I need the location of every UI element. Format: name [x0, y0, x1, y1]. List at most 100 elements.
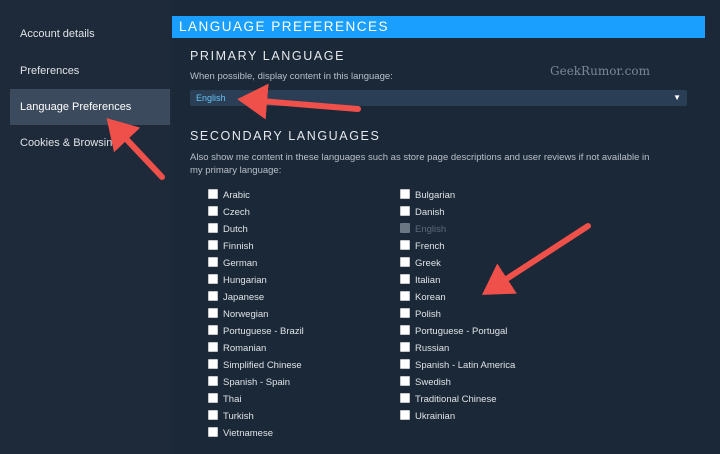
language-label: Simplified Chinese — [223, 360, 302, 371]
language-option-romanian[interactable]: Romanian — [208, 342, 266, 356]
language-option-vietnamese[interactable]: Vietnamese — [208, 427, 273, 441]
checkbox[interactable] — [208, 189, 218, 199]
language-option-portuguese-brazil[interactable]: Portuguese - Brazil — [208, 325, 304, 339]
language-option-ukrainian[interactable]: Ukrainian — [400, 410, 455, 424]
language-option-hungarian[interactable]: Hungarian — [208, 274, 267, 288]
language-label: German — [223, 258, 258, 269]
checkbox[interactable] — [208, 325, 218, 335]
language-label: Turkish — [223, 411, 254, 422]
language-option-turkish[interactable]: Turkish — [208, 410, 254, 424]
language-label: Ukrainian — [415, 411, 456, 422]
language-label: Russian — [415, 343, 450, 354]
language-label: Finnish — [223, 241, 254, 252]
language-label: Spanish - Spain — [223, 377, 291, 388]
language-label: Portuguese - Portugal — [415, 326, 508, 337]
language-label: Greek — [415, 258, 441, 269]
checkbox[interactable] — [400, 308, 410, 318]
language-label: Hungarian — [223, 275, 267, 286]
language-label: Danish — [415, 207, 445, 218]
checkbox[interactable] — [400, 410, 410, 420]
secondary-languages-description: Also show me content in these languages … — [190, 152, 650, 176]
language-option-french[interactable]: French — [400, 240, 445, 254]
checkbox[interactable] — [400, 291, 410, 301]
language-option-portuguese-portugal[interactable]: Portuguese - Portugal — [400, 325, 507, 339]
language-label: Polish — [415, 309, 441, 320]
language-label: French — [415, 241, 445, 252]
language-option-korean[interactable]: Korean — [400, 291, 446, 305]
checkbox[interactable] — [400, 376, 410, 386]
language-option-japanese[interactable]: Japanese — [208, 291, 264, 305]
language-option-simplified-chinese[interactable]: Simplified Chinese — [208, 359, 302, 373]
primary-language-value: English — [196, 93, 226, 103]
primary-language-heading: PRIMARY LANGUAGE — [190, 49, 346, 63]
sidebar-item-preferences[interactable]: Preferences — [10, 53, 170, 89]
sidebar-item-language-preferences[interactable]: Language Preferences — [10, 89, 170, 125]
language-label: Portuguese - Brazil — [223, 326, 304, 337]
checkbox[interactable] — [208, 240, 218, 250]
checkbox[interactable] — [208, 206, 218, 216]
checkbox[interactable] — [400, 359, 410, 369]
language-label: Korean — [415, 292, 446, 303]
checkbox[interactable] — [400, 240, 410, 250]
checkbox[interactable] — [208, 291, 218, 301]
checkbox[interactable] — [400, 206, 410, 216]
language-option-czech[interactable]: Czech — [208, 206, 250, 220]
language-label: Romanian — [223, 343, 267, 354]
checkbox[interactable] — [208, 274, 218, 284]
language-option-traditional-chinese[interactable]: Traditional Chinese — [400, 393, 497, 407]
checkbox[interactable] — [208, 393, 218, 403]
language-option-greek[interactable]: Greek — [400, 257, 441, 271]
language-label: Swedish — [415, 377, 451, 388]
language-label: Dutch — [223, 224, 248, 235]
language-label: Czech — [223, 207, 250, 218]
primary-language-description: When possible, display content in this l… — [190, 71, 393, 82]
checkbox[interactable] — [400, 257, 410, 267]
language-label: Spanish - Latin America — [415, 360, 516, 371]
language-option-russian[interactable]: Russian — [400, 342, 449, 356]
secondary-languages-heading: SECONDARY LANGUAGES — [190, 129, 381, 143]
language-option-arabic[interactable]: Arabic — [208, 189, 250, 203]
language-label: Bulgarian — [415, 190, 456, 201]
language-option-danish[interactable]: Danish — [400, 206, 445, 220]
language-label: Traditional Chinese — [415, 394, 497, 405]
language-option-swedish[interactable]: Swedish — [400, 376, 451, 390]
checkbox[interactable] — [208, 342, 218, 352]
language-option-spanish-latin-america[interactable]: Spanish - Latin America — [400, 359, 515, 373]
language-option-polish[interactable]: Polish — [400, 308, 441, 322]
language-option-bulgarian[interactable]: Bulgarian — [400, 189, 455, 203]
language-option-finnish[interactable]: Finnish — [208, 240, 254, 254]
language-label: Vietnamese — [223, 428, 273, 439]
language-option-italian[interactable]: Italian — [400, 274, 440, 288]
checkbox[interactable] — [208, 359, 218, 369]
language-label: Arabic — [223, 190, 250, 201]
language-option-norwegian[interactable]: Norwegian — [208, 308, 268, 322]
language-option-spanish-spain[interactable]: Spanish - Spain — [208, 376, 290, 390]
checkbox[interactable] — [208, 410, 218, 420]
checkbox[interactable] — [400, 274, 410, 284]
language-option-dutch[interactable]: Dutch — [208, 223, 248, 237]
sidebar-item-cookies-browsing[interactable]: Cookies & Browsing — [10, 125, 170, 161]
caret-down-icon: ▼ — [673, 93, 681, 102]
sidebar: Account details Preferences Language Pre… — [0, 0, 172, 454]
checkbox[interactable] — [208, 427, 218, 437]
checkbox[interactable] — [400, 189, 410, 199]
primary-language-select[interactable]: English ▼ — [190, 90, 687, 106]
checkbox[interactable] — [400, 342, 410, 352]
checkbox[interactable] — [208, 376, 218, 386]
language-label: Thai — [223, 394, 242, 405]
language-option-german[interactable]: German — [208, 257, 257, 271]
language-label: English — [415, 224, 447, 235]
sidebar-item-account-details[interactable]: Account details — [10, 16, 170, 52]
checkbox[interactable] — [400, 393, 410, 403]
checkbox[interactable] — [208, 308, 218, 318]
main-panel: LANGUAGE PREFERENCES PRIMARY LANGUAGE Wh… — [172, 0, 720, 454]
language-label: Norwegian — [223, 309, 269, 320]
language-option-thai[interactable]: Thai — [208, 393, 241, 407]
language-label: Italian — [415, 275, 441, 286]
checkbox[interactable] — [208, 223, 218, 233]
language-option-english[interactable]: English — [400, 223, 446, 237]
checkbox[interactable] — [400, 325, 410, 335]
checkbox[interactable] — [400, 223, 410, 233]
checkbox[interactable] — [208, 257, 218, 267]
language-label: Japanese — [223, 292, 265, 303]
